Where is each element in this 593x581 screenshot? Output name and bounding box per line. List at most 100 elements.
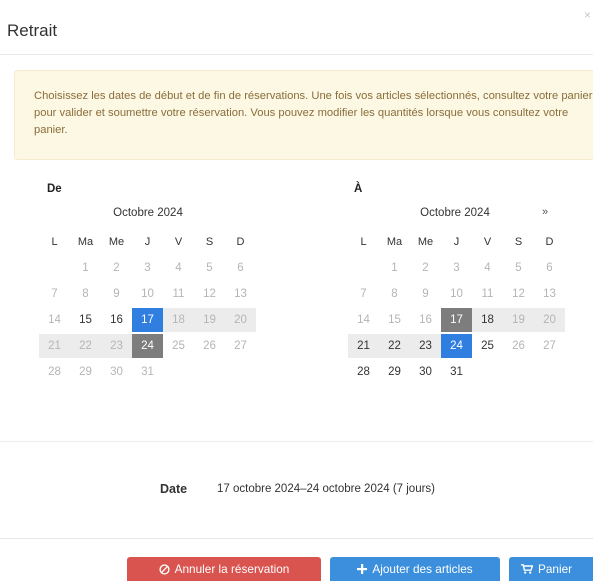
calendar-empty-cell — [163, 360, 194, 384]
calendar-day[interactable]: 20 — [534, 308, 565, 332]
calendar-day[interactable]: 2 — [410, 256, 441, 280]
calendar-day[interactable]: 29 — [379, 360, 410, 384]
weekday-header: S — [514, 236, 523, 248]
calendar-day[interactable]: 14 — [39, 308, 70, 332]
add-articles-button[interactable]: Ajouter des articles — [330, 557, 500, 581]
calendar-day[interactable]: 4 — [472, 256, 503, 280]
end-calendar-grid: L Ma Me J V S D 1 2 3 4 5 6 7 8 9 10 11 12 13 14 15 16 17 18 19 20… — [348, 230, 565, 384]
calendar-day[interactable]: 10 — [132, 282, 163, 306]
weekday-header: L — [360, 236, 367, 248]
divider — [0, 441, 593, 442]
calendar-day[interactable]: 27 — [534, 334, 565, 358]
calendar-day[interactable]: 16 — [410, 308, 441, 332]
calendar-day[interactable]: 16 — [101, 308, 132, 332]
calendar-day[interactable]: 5 — [194, 256, 225, 280]
calendar-day[interactable]: 22 — [379, 334, 410, 358]
calendar-day[interactable]: 13 — [225, 282, 256, 306]
ban-icon — [159, 563, 170, 575]
calendar-day[interactable]: 17 — [441, 308, 472, 332]
next-month-button[interactable]: » — [542, 206, 548, 218]
calendar-day[interactable]: 12 — [194, 282, 225, 306]
calendar-empty-cell — [39, 256, 70, 280]
calendar-day[interactable]: 20 — [225, 308, 256, 332]
calendar-day[interactable]: 25 — [163, 334, 194, 358]
info-alert: Choisissez les dates de début et de fin … — [14, 70, 593, 160]
calendar-day[interactable]: 9 — [410, 282, 441, 306]
calendar-day[interactable]: 21 — [348, 334, 379, 358]
cancel-reservation-button[interactable]: Annuler la réservation — [127, 557, 321, 581]
calendar-day[interactable]: 8 — [379, 282, 410, 306]
add-articles-label: Ajouter des articles — [372, 562, 473, 576]
calendar-day[interactable]: 4 — [163, 256, 194, 280]
close-icon[interactable]: × — [584, 8, 591, 22]
calendar-day[interactable]: 31 — [132, 360, 163, 384]
calendar-day[interactable]: 11 — [472, 282, 503, 306]
calendar-day[interactable]: 7 — [348, 282, 379, 306]
calendar-day[interactable]: 5 — [503, 256, 534, 280]
cart-button[interactable]: Panier — [509, 557, 593, 581]
weekday-header: J — [144, 236, 151, 248]
calendar-day[interactable]: 26 — [194, 334, 225, 358]
weekday-header: V — [483, 236, 492, 248]
calendar-day[interactable]: 15 — [379, 308, 410, 332]
calendar-day[interactable]: 23 — [101, 334, 132, 358]
calendar-day[interactable]: 28 — [348, 360, 379, 384]
calendar-day[interactable]: 10 — [441, 282, 472, 306]
calendar-day[interactable]: 30 — [101, 360, 132, 384]
weekday-header: S — [205, 236, 214, 248]
calendar-day[interactable]: 29 — [70, 360, 101, 384]
date-label: Date — [160, 482, 188, 496]
weekday-header: J — [453, 236, 460, 248]
calendar-day[interactable]: 21 — [39, 334, 70, 358]
calendar-day[interactable]: 7 — [39, 282, 70, 306]
weekday-header: Me — [108, 236, 125, 248]
calendar-day[interactable]: 6 — [225, 256, 256, 280]
calendar-empty-cell — [225, 360, 256, 384]
calendar-day[interactable]: 22 — [70, 334, 101, 358]
divider — [0, 538, 593, 539]
calendar-day[interactable]: 26 — [503, 334, 534, 358]
calendar-empty-cell — [534, 360, 565, 384]
calendar-day[interactable]: 23 — [410, 334, 441, 358]
calendar-day[interactable]: 18 — [472, 308, 503, 332]
calendar-day[interactable]: 9 — [101, 282, 132, 306]
calendar-day[interactable]: 1 — [70, 256, 101, 280]
calendar-day[interactable]: 24 — [132, 334, 163, 358]
end-calendar-label: À — [354, 183, 363, 195]
calendar-empty-cell — [194, 360, 225, 384]
calendar-day[interactable]: 11 — [163, 282, 194, 306]
cart-label: Panier — [538, 562, 573, 576]
start-calendar-grid: L Ma Me J V S D 1 2 3 4 5 6 7 8 9 10 11 12 13 14 15 16 17 18 19 20… — [39, 230, 256, 384]
calendar-day[interactable]: 3 — [132, 256, 163, 280]
modal-header: Retrait × — [0, 0, 593, 55]
calendar-day[interactable]: 14 — [348, 308, 379, 332]
calendar-day[interactable]: 1 — [379, 256, 410, 280]
calendar-day[interactable]: 31 — [441, 360, 472, 384]
weekday-header: Ma — [77, 236, 94, 248]
calendar-empty-cell — [348, 256, 379, 280]
start-calendar-label: De — [47, 183, 62, 195]
calendar-day[interactable]: 15 — [70, 308, 101, 332]
calendar-day[interactable]: 24 — [441, 334, 472, 358]
plus-icon — [357, 564, 368, 574]
calendar-day[interactable]: 2 — [101, 256, 132, 280]
calendar-empty-cell — [503, 360, 534, 384]
calendar-day[interactable]: 13 — [534, 282, 565, 306]
cart-icon — [521, 564, 533, 574]
calendar-day[interactable]: 3 — [441, 256, 472, 280]
calendar-day[interactable]: 28 — [39, 360, 70, 384]
calendar-day[interactable]: 19 — [503, 308, 534, 332]
calendar-day[interactable]: 30 — [410, 360, 441, 384]
calendar-day[interactable]: 18 — [163, 308, 194, 332]
weekday-header: D — [236, 236, 245, 248]
calendar-day[interactable]: 12 — [503, 282, 534, 306]
calendar-day[interactable]: 8 — [70, 282, 101, 306]
weekday-header: L — [51, 236, 58, 248]
calendar-day[interactable]: 27 — [225, 334, 256, 358]
calendar-empty-cell — [472, 360, 503, 384]
calendar-day[interactable]: 19 — [194, 308, 225, 332]
calendar-day[interactable]: 6 — [534, 256, 565, 280]
calendar-day[interactable]: 25 — [472, 334, 503, 358]
weekday-header: Me — [417, 236, 434, 248]
calendar-day[interactable]: 17 — [132, 308, 163, 332]
